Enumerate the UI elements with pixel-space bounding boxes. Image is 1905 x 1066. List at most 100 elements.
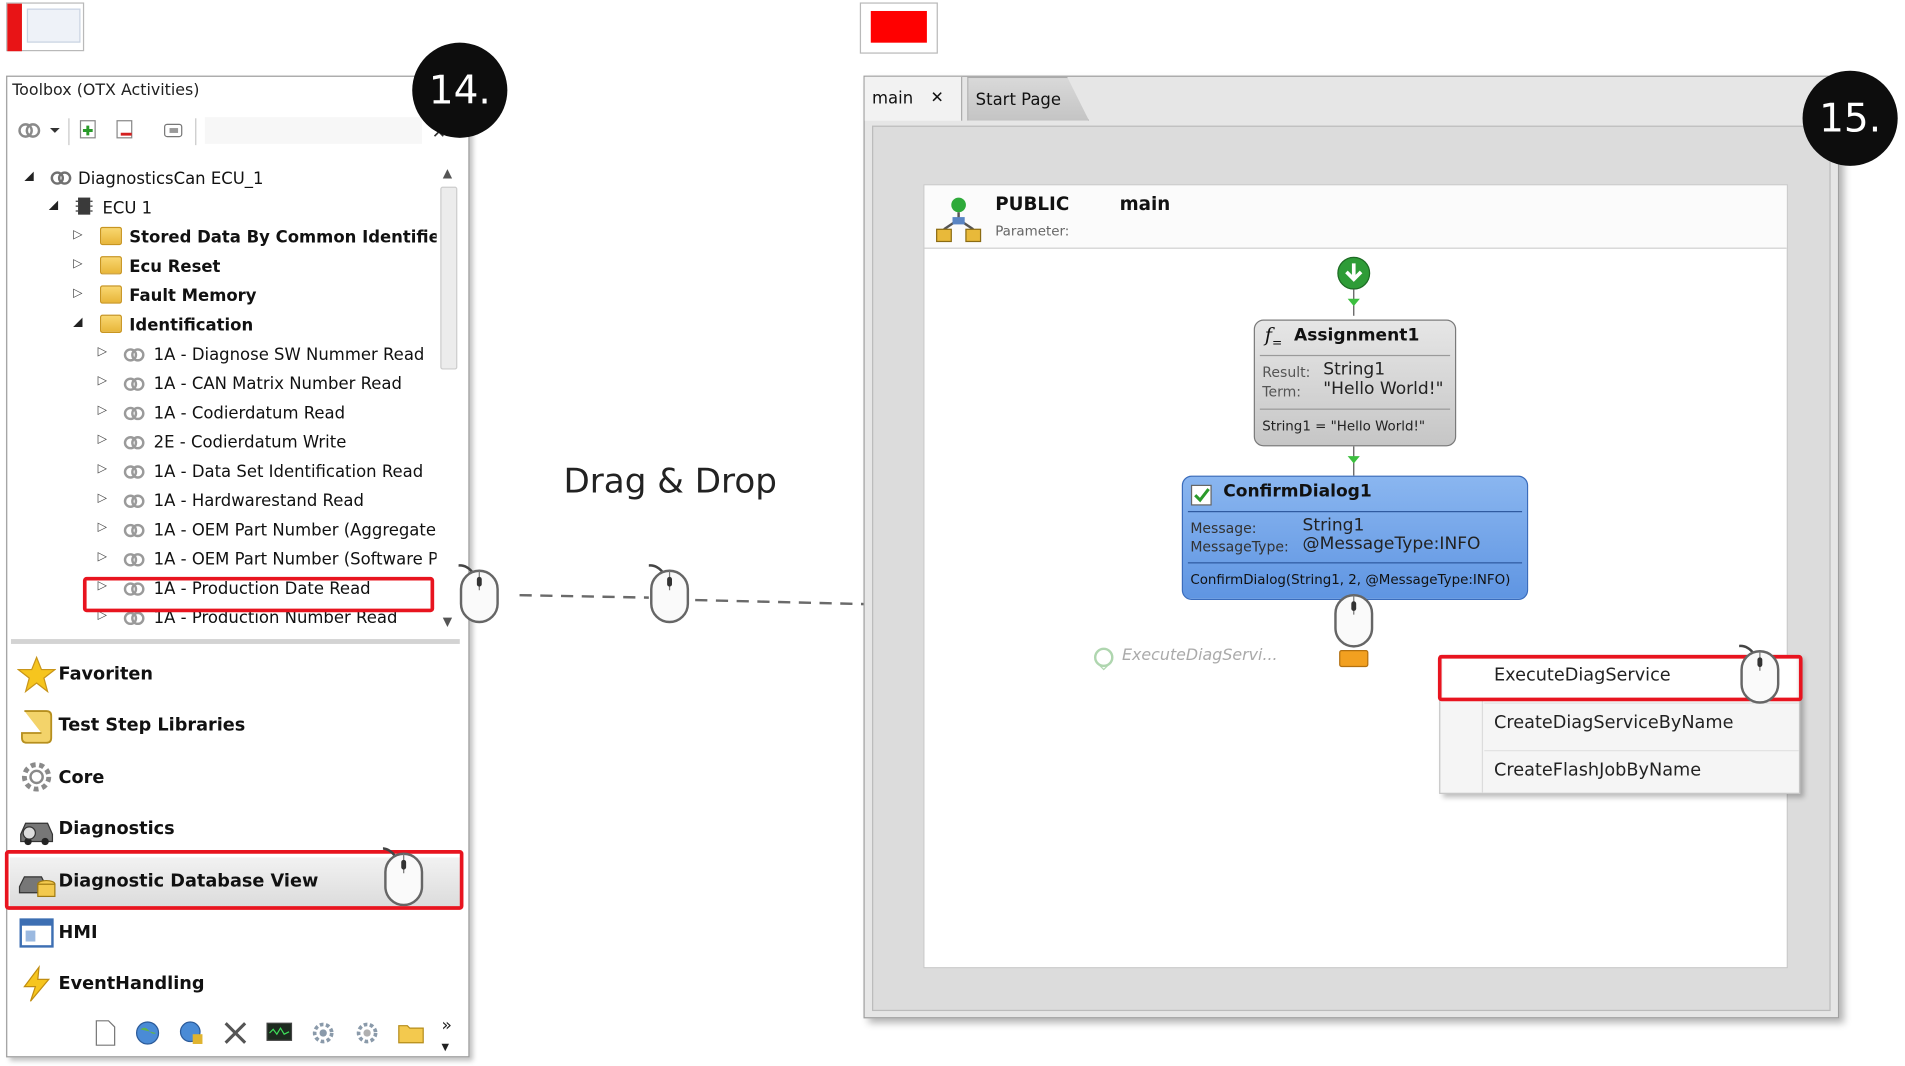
menu-item-create-diag-service-by-name[interactable]: CreateDiagServiceByName [1494, 713, 1733, 733]
procedure-name: main [1119, 192, 1171, 215]
gear-icon[interactable] [310, 1020, 337, 1047]
lightning-icon [23, 965, 51, 1002]
tab-start-page-label: Start Page [975, 90, 1061, 110]
folder-icon [100, 256, 122, 275]
collapsed-arrow-icon[interactable]: ▷ [98, 550, 107, 563]
mouse-icon [1334, 593, 1374, 648]
tree-item-service[interactable]: 1A - OEM Part Number (Aggregates I [154, 516, 437, 545]
document-icon[interactable] [93, 1020, 117, 1047]
right-window-thumbnail [859, 2, 938, 54]
collapsed-arrow-icon[interactable]: ▷ [98, 374, 107, 387]
term-label: Term: [1262, 382, 1302, 401]
parameter-label: Parameter: [995, 223, 1070, 240]
service-icon[interactable] [17, 118, 41, 142]
tree-item-identification[interactable]: Identification [129, 311, 253, 340]
folder-icon[interactable] [398, 1022, 425, 1044]
connector [1347, 289, 1360, 316]
expanded-arrow-icon[interactable]: ◢ [73, 316, 82, 329]
toolbox-title: Toolbox (OTX Activities) [12, 81, 200, 101]
confirm-dialog-node[interactable]: ConfirmDialog1 Message: String1 MessageT… [1181, 475, 1529, 601]
result-value: String1 [1323, 359, 1386, 380]
tab-main[interactable]: main ✕ [864, 76, 963, 121]
ecu-icon [75, 197, 93, 215]
ghost-drop-label: ExecuteDiagServi... [1122, 646, 1278, 665]
tree-item-service[interactable]: 2E - Codierdatum Write [154, 428, 347, 457]
menu-item-create-flash-job-by-name[interactable]: CreateFlashJobByName [1494, 761, 1701, 781]
category-diagnostics[interactable]: Diagnostics [59, 820, 175, 840]
more-icon[interactable]: » ▼ [441, 1016, 451, 1055]
message-type-value: @MessageType:INFO [1302, 534, 1481, 554]
gear-icon[interactable] [354, 1020, 381, 1047]
procedure-canvas[interactable]: PUBLIC main Parameter: f= Assignment1 Re… [923, 184, 1788, 969]
tree-item-service[interactable]: 1A - CAN Matrix Number Read [154, 370, 402, 399]
collapsed-arrow-icon[interactable]: ▷ [98, 404, 107, 417]
expand-all-icon[interactable] [78, 118, 102, 142]
tree-item-service[interactable]: 1A - Data Set Identification Read [154, 457, 424, 486]
collapsed-arrow-icon[interactable]: ▷ [98, 521, 107, 534]
globe-lock-icon[interactable] [178, 1020, 205, 1047]
checkbox-icon [1190, 484, 1212, 506]
category-test-step-libraries[interactable]: Test Step Libraries [59, 716, 246, 736]
collapsed-arrow-icon[interactable]: ▷ [98, 433, 107, 446]
assignment-node[interactable]: f= Assignment1 Result: String1 Term: "He… [1253, 319, 1457, 447]
assignment-footer: String1 = "Hello World!" [1262, 418, 1426, 435]
tree-item-ecu[interactable]: ECU 1 [102, 194, 152, 223]
scroll-thumb[interactable] [440, 186, 458, 370]
diag-service-icon [123, 406, 145, 421]
scroll-up-icon[interactable]: ▲ [443, 167, 452, 180]
tree-item-service[interactable]: 1A - Hardwarestand Read [154, 487, 364, 516]
connector [1347, 446, 1360, 476]
editor-window: main ✕ Start Page PUBLIC main Parameter:… [863, 75, 1840, 1019]
tree-scrollbar[interactable]: ▲ ▼ [437, 165, 461, 633]
tree-item-fault-memory[interactable]: Fault Memory [129, 282, 256, 311]
highlight-production-date-read [82, 576, 435, 613]
toolbox-bottom-strip: » ▼ [80, 1016, 465, 1053]
expanded-arrow-icon[interactable]: ◢ [24, 170, 33, 183]
tree-item-diagnostics-can[interactable]: DiagnosticsCan ECU_1 [78, 165, 263, 194]
globe-icon[interactable] [134, 1020, 161, 1047]
confirm-dialog-title: ConfirmDialog1 [1223, 481, 1372, 502]
tree-item-service[interactable]: 1A - Codierdatum Read [154, 399, 345, 428]
monitor-icon[interactable] [266, 1021, 293, 1045]
tree-item-service[interactable]: 1A - OEM Part Number (Software Par [154, 545, 437, 574]
view-icon[interactable] [161, 118, 185, 142]
toolbox-toolbar [7, 111, 468, 150]
collapsed-arrow-icon[interactable]: ▷ [98, 462, 107, 475]
mouse-icon [458, 564, 499, 624]
collapsed-arrow-icon[interactable]: ▷ [73, 287, 82, 300]
chevron-down-icon[interactable] [49, 118, 61, 142]
tab-start-page[interactable]: Start Page [967, 76, 1090, 121]
scroll-icon [21, 710, 53, 744]
expanded-arrow-icon[interactable]: ◢ [49, 199, 58, 212]
collapse-all-icon[interactable] [115, 118, 139, 142]
scroll-down-icon[interactable]: ▼ [443, 616, 452, 629]
step-badge-15: 15. [1802, 70, 1898, 166]
term-value: "Hello World!" [1323, 379, 1444, 399]
collapsed-arrow-icon[interactable]: ▷ [98, 345, 107, 358]
collapsed-arrow-icon[interactable]: ▷ [98, 491, 107, 504]
ghost-service-icon [1093, 647, 1114, 671]
procedure-header: PUBLIC main Parameter: [924, 185, 1787, 249]
close-icon[interactable]: ✕ [931, 77, 944, 121]
panel-divider[interactable] [10, 639, 460, 644]
tree-item-service[interactable]: 1A - Diagnose SW Nummer Read [154, 340, 425, 369]
start-node-icon [1337, 256, 1371, 290]
window-icon [19, 918, 54, 948]
category-core[interactable]: Core [59, 768, 105, 788]
tree-item-stored-data[interactable]: Stored Data By Common Identifier [129, 223, 436, 252]
star-icon [17, 655, 57, 694]
toolbox-panel: Toolbox (OTX Activities) ✕ ◢ Diagnostics… [6, 75, 470, 1058]
category-hmi[interactable]: HMI [59, 923, 98, 943]
folder-icon [100, 226, 122, 246]
gear-icon [21, 762, 52, 792]
toolbox-tree: ◢ DiagnosticsCan ECU_1 ◢ ECU 1 ▷ Stored … [7, 160, 436, 636]
collapsed-arrow-icon[interactable]: ▷ [73, 257, 82, 270]
tree-item-ecu-reset[interactable]: Ecu Reset [129, 252, 220, 281]
category-favoriten[interactable]: Favoriten [59, 665, 153, 685]
drag-drop-label: Drag & Drop [563, 461, 777, 502]
tools-icon[interactable] [222, 1020, 249, 1047]
message-label: Message: [1190, 519, 1257, 537]
collapsed-arrow-icon[interactable]: ▷ [73, 228, 82, 241]
category-eventhandling[interactable]: EventHandling [59, 974, 205, 994]
step-badge-14: 14. [412, 42, 508, 138]
